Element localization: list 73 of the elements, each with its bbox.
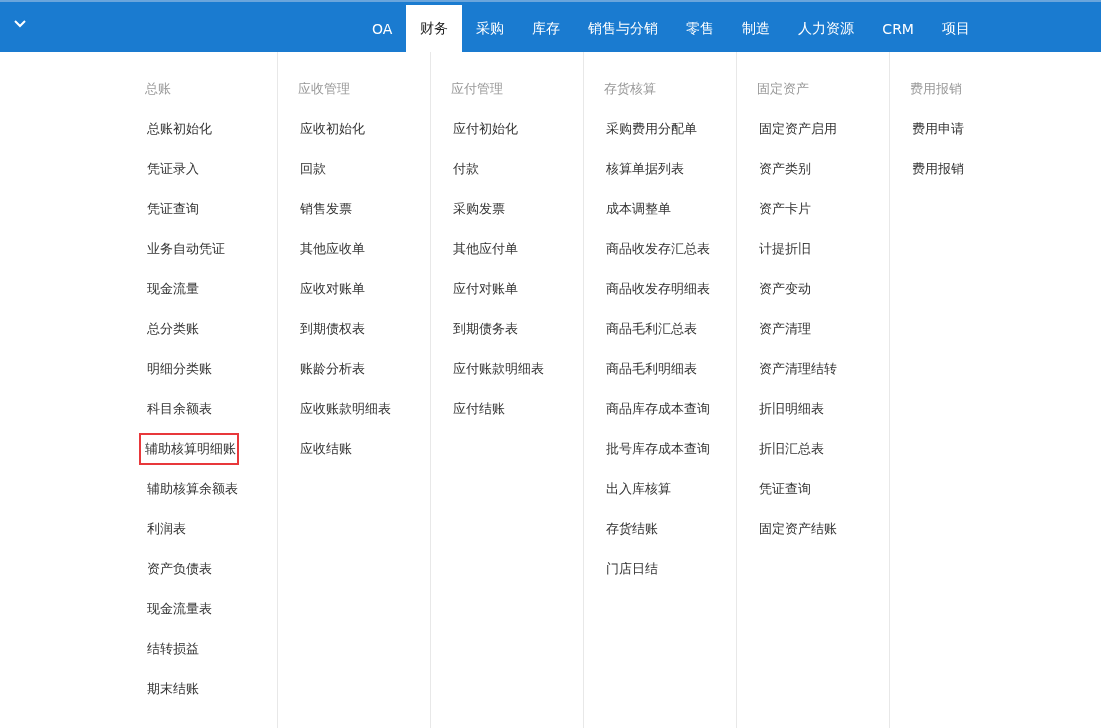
menu-link[interactable]: 凭证查询 [751, 473, 819, 505]
menu-link[interactable]: 总账初始化 [139, 113, 220, 145]
menu-link[interactable]: 其他应收单 [292, 233, 373, 265]
menu-link[interactable]: 应付初始化 [445, 113, 526, 145]
section-heading: 应付管理 [451, 80, 503, 98]
menu-link[interactable]: 到期债权表 [292, 313, 373, 345]
nav-tab[interactable]: 库存 [518, 5, 575, 52]
menu-link[interactable]: 应收初始化 [292, 113, 373, 145]
menu-link[interactable]: 折旧汇总表 [751, 433, 832, 465]
section-heading: 总账 [145, 80, 171, 98]
menu-link[interactable]: 商品毛利明细表 [598, 353, 705, 385]
nav-tab[interactable]: 零售 [672, 5, 729, 52]
menu-link[interactable]: 应收账款明细表 [292, 393, 399, 425]
menu-link[interactable]: 固定资产启用 [751, 113, 845, 145]
menu-link[interactable]: 应收对账单 [292, 273, 373, 305]
menu-link[interactable]: 费用申请 [904, 113, 972, 145]
menu-link[interactable]: 商品收发存明细表 [598, 273, 718, 305]
menu-link[interactable]: 业务自动凭证 [139, 233, 233, 265]
nav-tab[interactable]: 财务 [406, 5, 463, 52]
menu-link[interactable]: 计提折旧 [751, 233, 819, 265]
menu-link[interactable]: 出入库核算 [598, 473, 679, 505]
menu-link[interactable]: 资产负债表 [139, 553, 220, 585]
menu-link[interactable]: 商品库存成本查询 [598, 393, 718, 425]
menu-link[interactable]: 成本调整单 [598, 193, 679, 225]
menu-link[interactable]: 回款 [292, 153, 334, 185]
menu-link[interactable]: 商品收发存汇总表 [598, 233, 718, 265]
menu-link[interactable]: 销售发票 [292, 193, 360, 225]
menu-link[interactable]: 门店日结 [598, 553, 666, 585]
menu-link[interactable]: 应付账款明细表 [445, 353, 552, 385]
menu-link[interactable]: 资产清理结转 [751, 353, 845, 385]
menu-link[interactable]: 现金流量表 [139, 593, 220, 625]
nav-tab[interactable]: 采购 [462, 5, 519, 52]
menu-link[interactable]: 应收结账 [292, 433, 360, 465]
menu-link[interactable]: 批号库存成本查询 [598, 433, 718, 465]
nav-tab[interactable]: CRM [868, 5, 928, 52]
nav-tab[interactable]: 销售与分销 [574, 5, 673, 52]
menu-link[interactable]: 付款 [445, 153, 487, 185]
menu-link[interactable]: 辅助核算明细账 [139, 433, 239, 465]
menu-link[interactable]: 资产清理 [751, 313, 819, 345]
menu-link[interactable]: 资产类别 [751, 153, 819, 185]
menu-link[interactable]: 费用报销 [904, 153, 972, 185]
nav-tab[interactable]: 人力资源 [784, 5, 869, 52]
menu-link[interactable]: 到期债务表 [445, 313, 526, 345]
menu-link[interactable]: 存货结账 [598, 513, 666, 545]
menu-link[interactable]: 资产变动 [751, 273, 819, 305]
menu-link[interactable]: 商品毛利汇总表 [598, 313, 705, 345]
menu-link[interactable]: 应付结账 [445, 393, 513, 425]
menu-link[interactable]: 固定资产结账 [751, 513, 845, 545]
nav-tab[interactable]: 制造 [728, 5, 785, 52]
section-heading: 存货核算 [604, 80, 656, 98]
menu-link[interactable]: 应付对账单 [445, 273, 526, 305]
menu-link[interactable]: 账龄分析表 [292, 353, 373, 385]
menu-link[interactable]: 采购费用分配单 [598, 113, 705, 145]
menu-link[interactable]: 科目余额表 [139, 393, 220, 425]
menu-link[interactable]: 期末结账 [139, 673, 207, 705]
section-heading: 费用报销 [910, 80, 962, 98]
menu-link[interactable]: 核算单据列表 [598, 153, 692, 185]
menu-link[interactable]: 辅助核算余额表 [139, 473, 246, 505]
menu-link[interactable]: 资产卡片 [751, 193, 819, 225]
menu-link[interactable]: 折旧明细表 [751, 393, 832, 425]
section-heading: 应收管理 [298, 80, 350, 98]
menu-link[interactable]: 结转损益 [139, 633, 207, 665]
nav-tab[interactable]: OA [358, 5, 407, 52]
menu-link[interactable]: 凭证录入 [139, 153, 207, 185]
menu-link[interactable]: 采购发票 [445, 193, 513, 225]
menu-link[interactable]: 明细分类账 [139, 353, 220, 385]
section-heading: 固定资产 [757, 80, 809, 98]
nav-tab[interactable]: 项目 [927, 5, 984, 52]
menu-link[interactable]: 利润表 [139, 513, 194, 545]
menu-link[interactable]: 凭证查询 [139, 193, 207, 225]
menu-link[interactable]: 总分类账 [139, 313, 207, 345]
menu-link[interactable]: 现金流量 [139, 273, 207, 305]
menu-link[interactable]: 其他应付单 [445, 233, 526, 265]
